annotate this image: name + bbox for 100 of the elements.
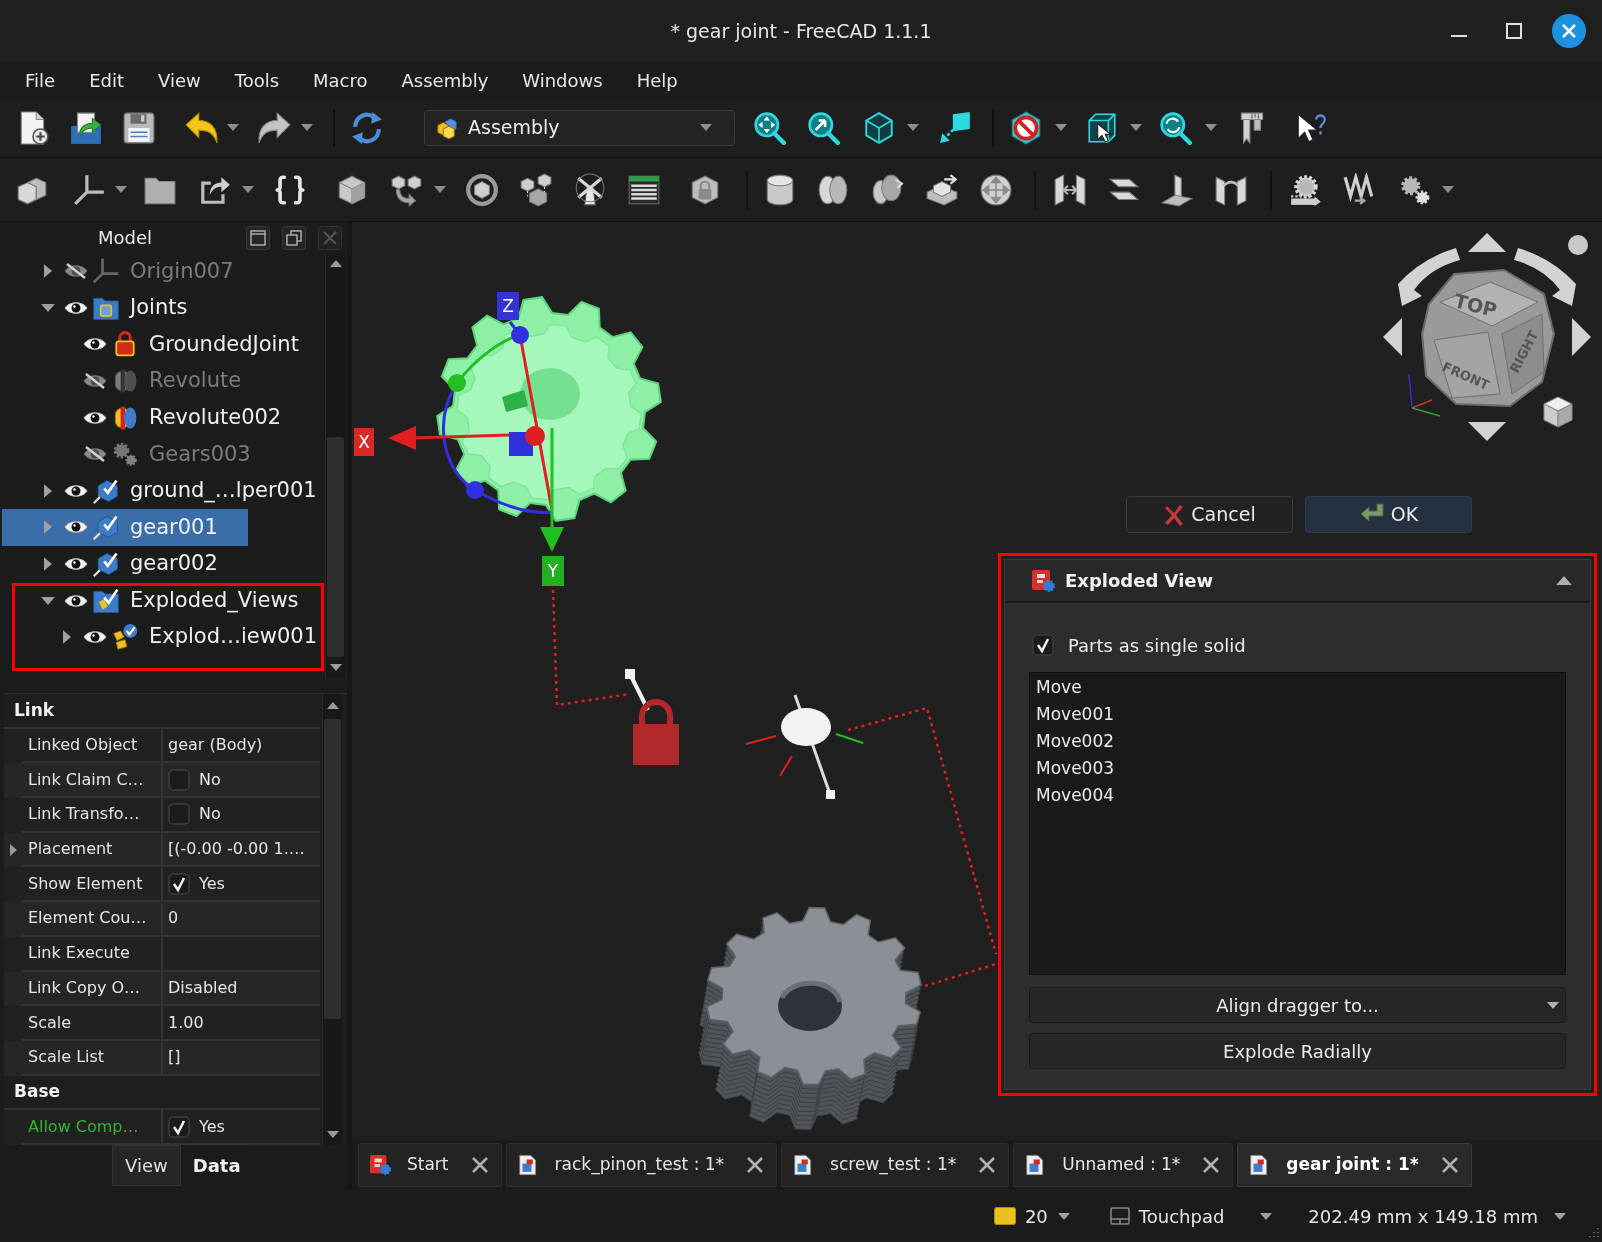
triangle-right-icon[interactable] <box>1572 318 1591 356</box>
document-tab[interactable]: Start <box>358 1143 502 1187</box>
tree-item[interactable]: ground_…lper001 <box>2 472 325 510</box>
tree-item[interactable]: Gears003 <box>2 435 281 473</box>
eye-icon[interactable] <box>83 336 107 353</box>
sliding-block-icon[interactable] <box>925 172 959 207</box>
eye-icon[interactable] <box>83 409 107 426</box>
cube-view-icon[interactable] <box>862 110 896 145</box>
checkbox[interactable] <box>168 1115 190 1138</box>
close-icon[interactable] <box>1552 14 1586 48</box>
list-item[interactable]: Move <box>1030 674 1565 701</box>
caret-right-icon[interactable] <box>9 844 17 857</box>
checkbox[interactable] <box>168 872 190 895</box>
scroll-down-icon[interactable] <box>326 1130 339 1138</box>
tree-item[interactable]: Exploded_Views <box>2 582 325 619</box>
close-icon[interactable] <box>470 1156 489 1174</box>
braces-icon[interactable] <box>273 172 307 207</box>
zoom-sync-icon[interactable] <box>1159 110 1193 145</box>
open-file-icon[interactable] <box>69 110 103 145</box>
document-tab[interactable]: rack_pinon_test : 1* <box>505 1143 778 1187</box>
rack-gear-icon[interactable] <box>1289 172 1323 207</box>
caret-down-icon[interactable] <box>41 596 55 605</box>
document-tab[interactable]: gear joint : 1* <box>1237 1143 1472 1187</box>
caret-icon[interactable] <box>1055 124 1067 131</box>
tree-item[interactable]: gear001 <box>2 509 248 546</box>
menu-item[interactable]: Windows <box>522 66 603 94</box>
caret-icon[interactable] <box>907 124 919 131</box>
caret-icon[interactable] <box>115 186 127 193</box>
ball-arrows-icon[interactable] <box>979 172 1013 207</box>
caret-icon[interactable] <box>1260 1212 1273 1220</box>
close-icon[interactable] <box>1202 1156 1221 1174</box>
menu-dot-icon[interactable] <box>1568 235 1588 255</box>
cylinders-icon[interactable] <box>870 172 904 207</box>
menu-item[interactable]: File <box>25 66 56 94</box>
tree-item[interactable]: Joints <box>2 289 218 327</box>
menu-item[interactable]: View <box>158 66 201 94</box>
caret-icon[interactable] <box>1554 1212 1566 1220</box>
caret-icon[interactable] <box>1205 124 1217 131</box>
document-tab[interactable]: screw_test : 1* <box>781 1143 1010 1187</box>
save-icon[interactable] <box>122 110 156 145</box>
tree-item[interactable]: gear002 <box>2 545 248 583</box>
scroll-up-icon[interactable] <box>329 260 342 268</box>
windmill-icon[interactable] <box>573 172 607 207</box>
list-item[interactable]: Move001 <box>1030 701 1565 728</box>
align-dragger-dropdown[interactable]: Align dragger to... <box>1029 987 1566 1023</box>
triangle-down-icon[interactable] <box>1468 422 1506 441</box>
refresh-icon[interactable] <box>350 110 384 145</box>
caret-right-icon[interactable] <box>44 557 52 572</box>
transform-dragger-drawing[interactable] <box>388 321 564 552</box>
tree-item[interactable]: Revolute <box>2 362 272 400</box>
axes-icon[interactable] <box>72 172 106 207</box>
scroll-up-icon[interactable] <box>326 701 339 709</box>
caret-right-icon[interactable] <box>63 630 71 645</box>
no-entry-icon[interactable] <box>1009 110 1043 145</box>
spring-icon[interactable] <box>1342 172 1376 207</box>
caret-icon[interactable] <box>1547 1001 1559 1009</box>
caret-icon[interactable] <box>227 124 239 131</box>
curved-arrow-icon[interactable] <box>1514 248 1576 306</box>
eye-icon[interactable] <box>64 482 88 499</box>
menu-item[interactable]: Macro <box>313 66 368 94</box>
caret-icon[interactable] <box>301 124 313 131</box>
planes-distance-icon[interactable] <box>1053 172 1087 207</box>
plane-arrow-icon[interactable] <box>938 110 972 145</box>
menu-item[interactable]: Edit <box>89 66 124 94</box>
workbench-selector[interactable]: Assembly <box>424 109 735 146</box>
tree-item[interactable]: Revolute002 <box>2 399 312 436</box>
eye-icon[interactable] <box>83 629 107 646</box>
cancel-button[interactable]: Cancel <box>1126 496 1293 533</box>
rotate-cube-icon[interactable] <box>465 172 499 207</box>
eye-icon[interactable] <box>64 556 88 573</box>
box-select-icon[interactable] <box>1085 110 1119 145</box>
close-icon[interactable] <box>1440 1156 1459 1174</box>
float-icon[interactable] <box>282 225 307 250</box>
list-item[interactable]: Move002 <box>1030 728 1565 755</box>
fit-all-icon[interactable] <box>753 110 787 145</box>
fit-selection-icon[interactable] <box>807 110 841 145</box>
touchpad-icon[interactable] <box>1109 1207 1130 1225</box>
scroll-down-icon[interactable] <box>329 663 342 671</box>
cubes-arrow-icon[interactable] <box>390 172 424 207</box>
eye-off-icon[interactable] <box>64 263 88 280</box>
close-icon[interactable] <box>978 1156 997 1174</box>
eye-off-icon[interactable] <box>83 446 107 463</box>
caret-down-icon[interactable] <box>41 303 55 312</box>
caret-icon[interactable] <box>1130 124 1142 131</box>
list-item[interactable]: Move003 <box>1030 755 1565 782</box>
gear-drawing[interactable] <box>436 296 662 522</box>
checkbox-label[interactable]: Parts as single solid <box>1068 631 1246 659</box>
navigation-style[interactable]: Touchpad <box>1138 1202 1225 1230</box>
ok-button[interactable]: OK <box>1305 496 1472 533</box>
undo-icon[interactable] <box>185 110 219 145</box>
triangle-left-icon[interactable] <box>1383 318 1402 356</box>
caret-icon[interactable] <box>242 186 254 193</box>
caret-right-icon[interactable] <box>44 264 52 279</box>
caret-icon[interactable] <box>700 124 712 131</box>
menu-item[interactable]: Assembly <box>401 66 489 94</box>
tree-item[interactable]: Origin007 <box>2 253 264 290</box>
linked-cubes-icon[interactable] <box>519 172 553 207</box>
maximize-icon[interactable] <box>1506 23 1522 39</box>
triangle-up-icon[interactable] <box>1468 233 1506 252</box>
dimensions-label[interactable]: 202.49 mm x 149.18 mm <box>1308 1202 1538 1230</box>
